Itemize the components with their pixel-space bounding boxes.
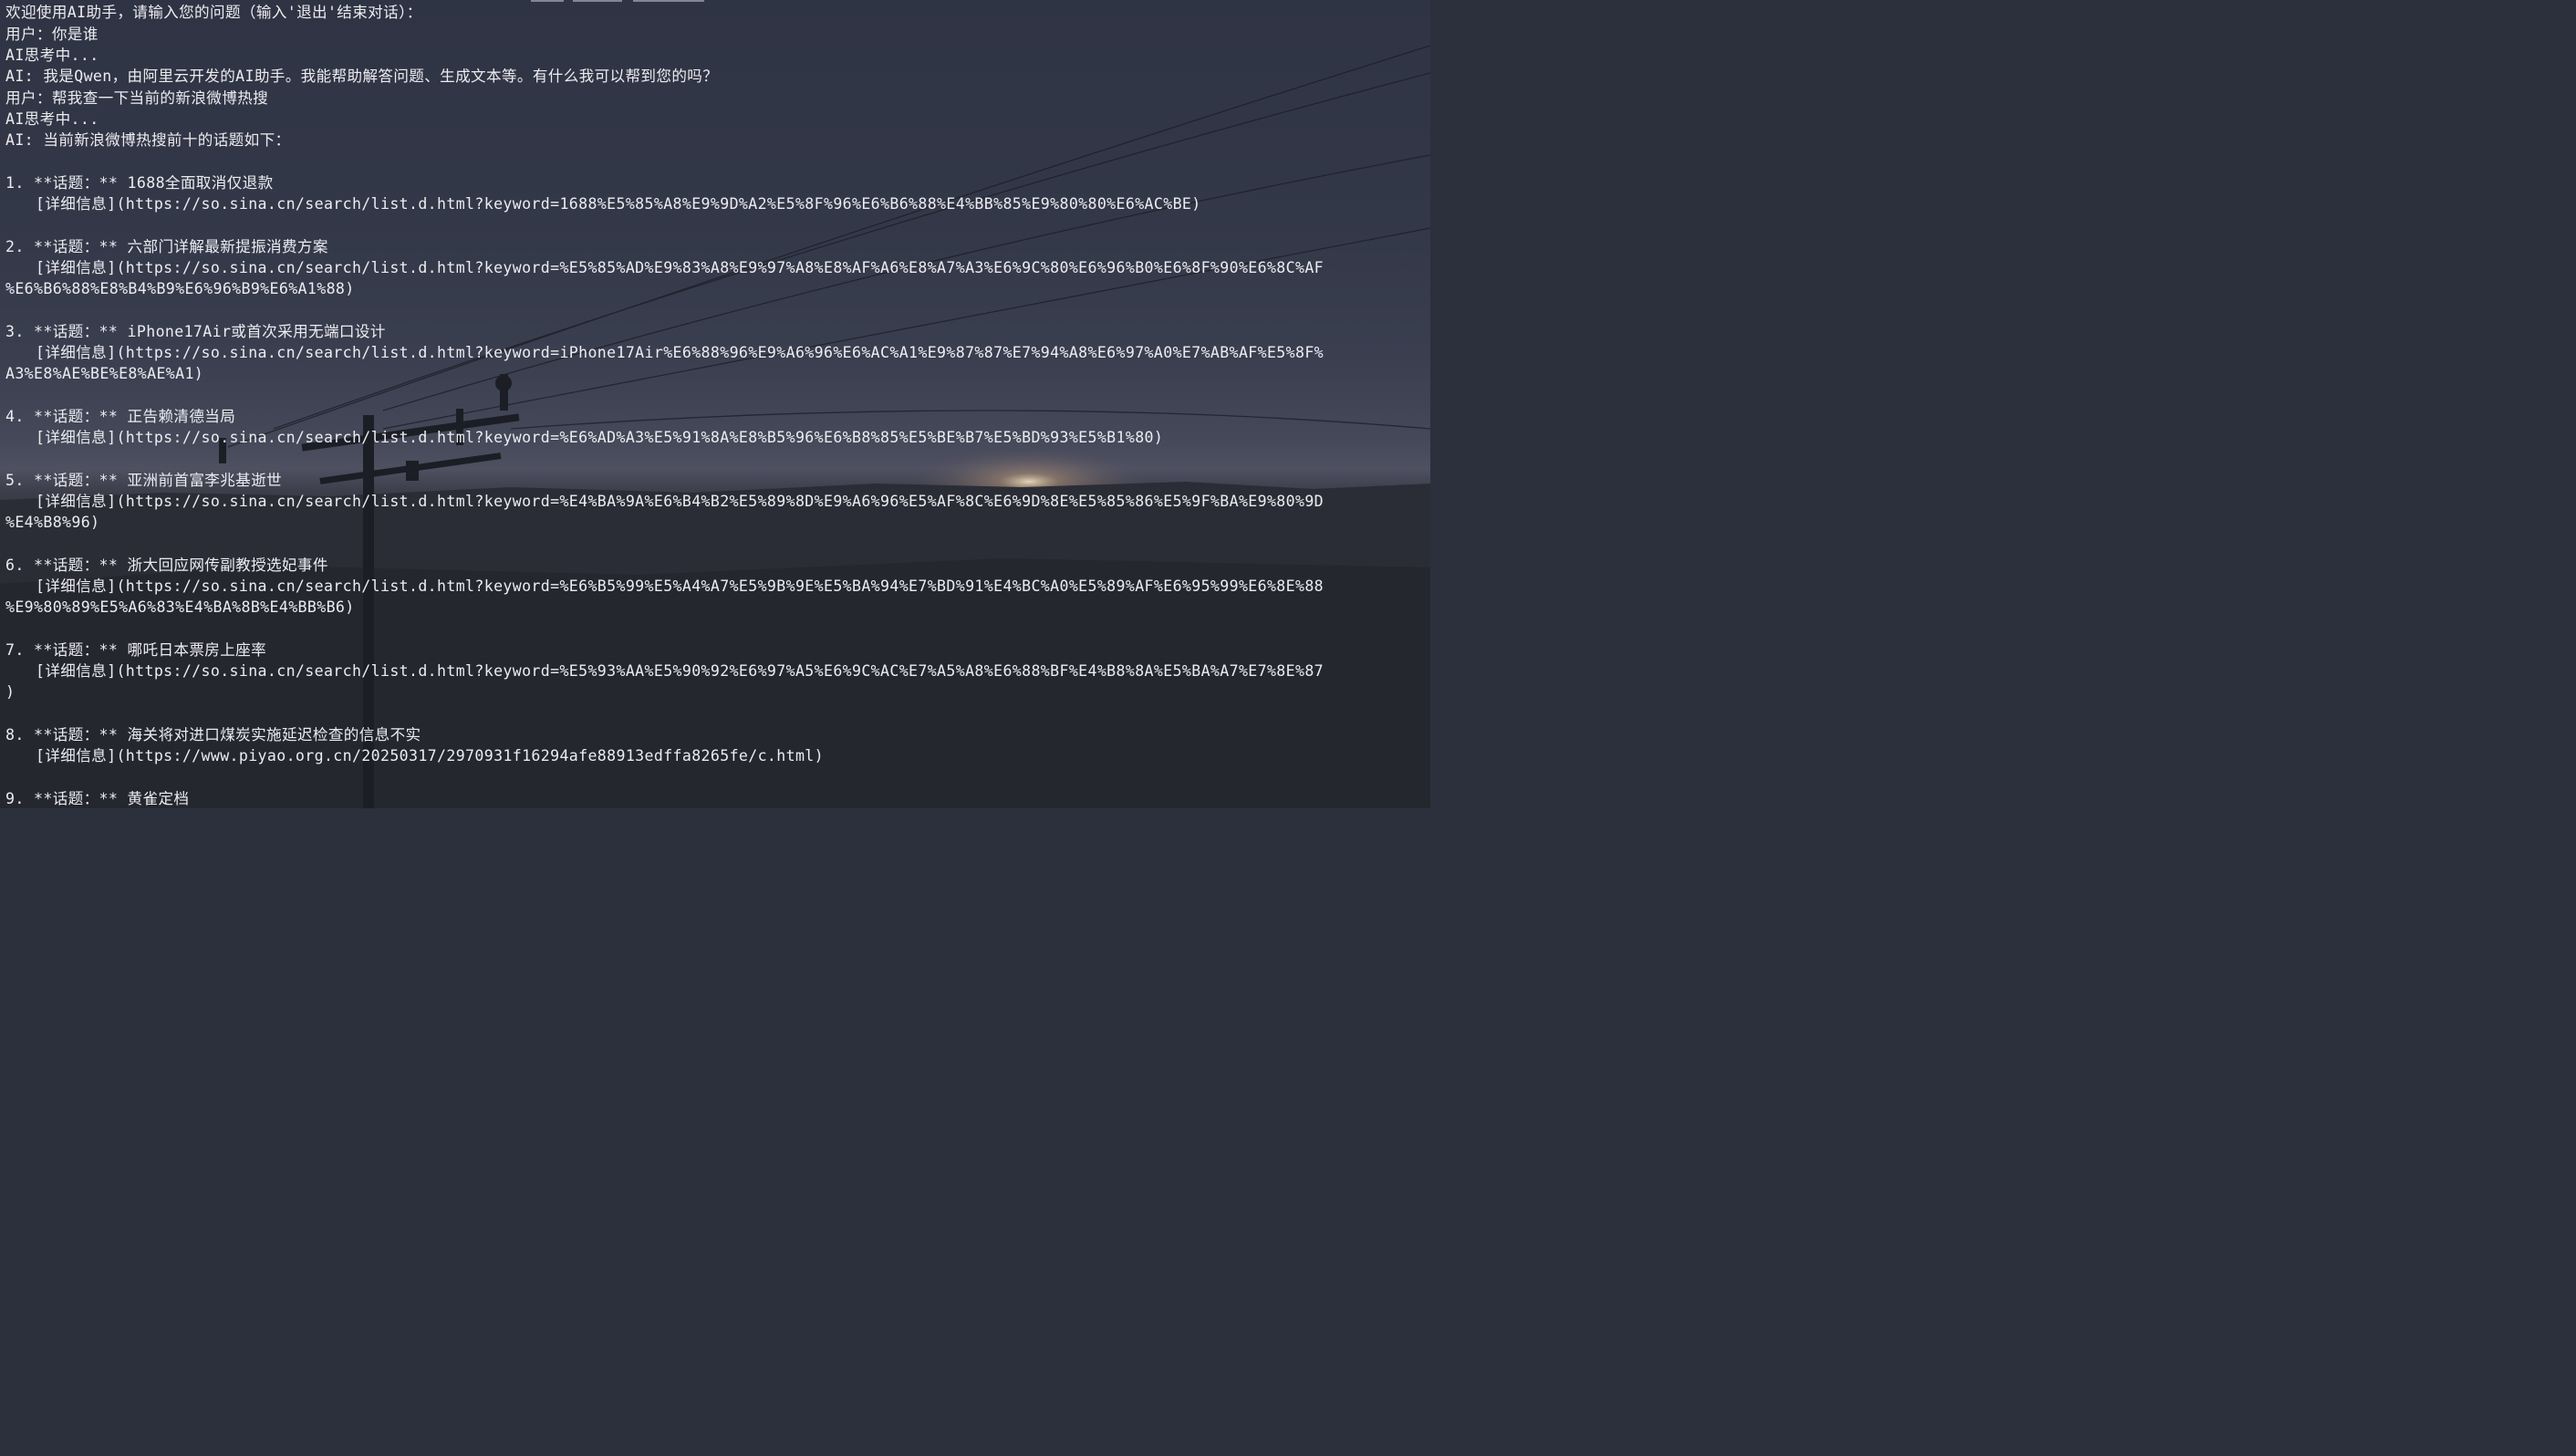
hot-topic-link[interactable]: [详细信息](https://so.sina.cn/search/list.d.… <box>36 342 1430 363</box>
hot-topic-link-wrap[interactable]: %E6%B6%88%E8%B4%B9%E6%96%B9%E6%A1%88) <box>5 278 1430 299</box>
hot-topic-link[interactable]: [详细信息](https://so.sina.cn/search/list.d.… <box>36 660 1430 681</box>
hot-topic-title: 3. **话题：** iPhone17Air或首次采用无端口设计 <box>5 323 386 340</box>
hot-topic-title: 2. **话题：** 六部门详解最新提振消费方案 <box>5 238 328 255</box>
ai-thinking-status: AI思考中... <box>5 47 99 64</box>
hot-topic-title: 8. **话题：** 海关将对进口煤炭实施延迟检查的信息不实 <box>5 726 421 744</box>
hot-topic-link-wrap[interactable]: ) <box>5 681 1430 702</box>
hot-topic-title: 6. **话题：** 浙大回应网传副教授选妃事件 <box>5 556 328 574</box>
hot-topic-title: 7. **话题：** 哪吒日本票房上座率 <box>5 641 267 659</box>
hot-topic-title: 9. **话题：** 黄雀定档 <box>5 790 190 807</box>
hot-topic-link[interactable]: [详细信息](https://so.sina.cn/search/list.d.… <box>36 576 1430 597</box>
hot-topic-link-wrap[interactable]: A3%E8%AE%BE%E8%AE%A1) <box>5 363 1430 384</box>
hot-topic-title: 1. **话题：** 1688全面取消仅退款 <box>5 174 274 192</box>
user-question: 用户：你是谁 <box>5 26 99 43</box>
clipped-chrome-strip <box>531 0 564 2</box>
hot-topic-link[interactable]: [详细信息](https://so.sina.cn/search/list.d.… <box>36 491 1430 512</box>
user-question: 用户：帮我查一下当前的新浪微博热搜 <box>5 89 269 107</box>
hot-topic-title: 4. **话题：** 正告赖清德当局 <box>5 408 236 425</box>
hot-topic-title: 5. **话题：** 亚洲前首富李兆基逝世 <box>5 472 282 489</box>
clipped-chrome-strip <box>573 0 622 2</box>
clipped-chrome-strip <box>633 0 704 2</box>
hot-topic-link-wrap[interactable]: %E4%B8%96) <box>5 512 1430 533</box>
welcome-message: 欢迎使用AI助手，请输入您的问题（输入'退出'结束对话）： <box>5 4 422 21</box>
ai-answer: AI: 我是Qwen，由阿里云开发的AI助手。我能帮助解答问题、生成文本等。有什… <box>5 68 719 85</box>
hot-topic-link[interactable]: [详细信息](https://so.sina.cn/search/list.d.… <box>36 427 1430 448</box>
hot-topic-link-wrap[interactable]: %E9%80%89%E5%A6%83%E4%BA%8B%E4%BB%B6) <box>5 597 1430 618</box>
hot-topic-link[interactable]: [详细信息](https://so.sina.cn/search/list.d.… <box>36 193 1430 214</box>
ai-thinking-status: AI思考中... <box>5 110 99 128</box>
hot-topic-link[interactable]: [详细信息](https://www.piyao.org.cn/20250317… <box>36 745 1430 766</box>
ai-answer: AI: 当前新浪微博热搜前十的话题如下： <box>5 131 291 149</box>
terminal-output[interactable]: 欢迎使用AI助手，请输入您的问题（输入'退出'结束对话）： 用户：你是谁 AI思… <box>0 0 1430 808</box>
hot-topic-link[interactable]: [详细信息](https://so.sina.cn/search/list.d.… <box>36 257 1430 278</box>
